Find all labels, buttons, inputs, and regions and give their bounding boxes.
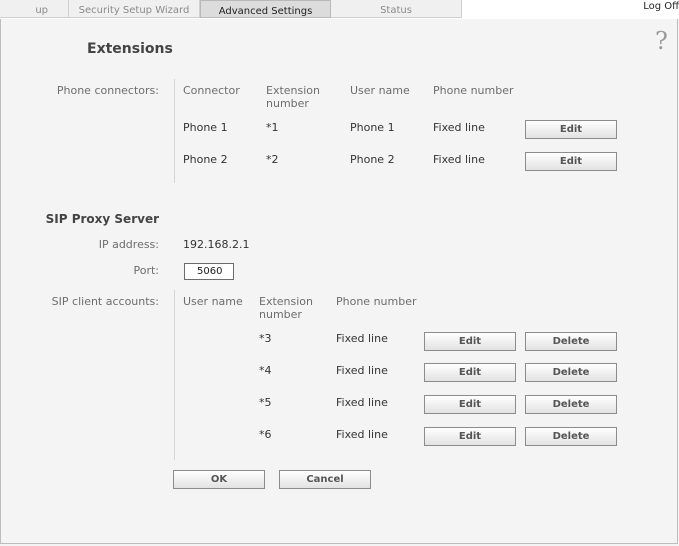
phone-connectors-divider [174,79,175,183]
page-title: Extensions [87,41,173,57]
col-header-extension-number: Extension number [259,295,314,321]
tab-status[interactable]: Status [331,0,462,18]
col-header-phone-number: Phone number [433,84,514,97]
help-icon[interactable]: ? [655,27,668,55]
edit-client-3-button[interactable]: Edit [424,332,516,351]
ip-address-value: 192.168.2.1 [183,238,250,251]
extension-cell: *1 [266,121,279,134]
sip-client-accounts-label: SIP client accounts: [51,295,159,308]
phone-number-cell: Fixed line [433,121,485,134]
port-label: Port: [133,264,159,277]
extension-cell: *5 [259,396,272,409]
log-off-link[interactable]: Log Off [643,1,679,12]
sip-client-accounts-divider [174,290,175,460]
edit-client-4-button[interactable]: Edit [424,363,516,382]
tab-advanced-settings[interactable]: Advanced Settings [200,0,331,18]
connector-cell: Phone 2 [183,153,228,166]
delete-client-6-button[interactable]: Delete [525,427,617,446]
col-header-extension-number: Extension number [266,84,321,110]
tab-security-setup-wizard[interactable]: Security Setup Wizard [69,0,200,18]
edit-phone-2-button[interactable]: Edit [525,152,617,171]
tab-setup-wizard[interactable]: up Wizard [0,0,69,38]
col-header-connector: Connector [183,84,240,97]
sip-proxy-server-heading: SIP Proxy Server [45,212,159,226]
phone-number-cell: Fixed line [336,396,388,409]
edit-client-6-button[interactable]: Edit [424,427,516,446]
cancel-button[interactable]: Cancel [279,470,371,489]
extension-cell: *2 [266,153,279,166]
port-input[interactable] [184,263,234,280]
ok-button[interactable]: OK [173,470,265,489]
delete-client-3-button[interactable]: Delete [525,332,617,351]
extension-cell: *3 [259,332,272,345]
user-name-cell: Phone 1 [350,121,395,134]
col-header-user-name: User name [183,295,243,308]
delete-client-5-button[interactable]: Delete [525,395,617,414]
phone-number-cell: Fixed line [433,153,485,166]
extension-cell: *6 [259,428,272,441]
ip-address-label: IP address: [98,238,159,251]
phone-number-cell: Fixed line [336,428,388,441]
phone-number-cell: Fixed line [336,364,388,377]
extension-cell: *4 [259,364,272,377]
content-frame: Extensions ? Phone connectors: Connector… [0,19,678,544]
connector-cell: Phone 1 [183,121,228,134]
edit-client-5-button[interactable]: Edit [424,395,516,414]
user-name-cell: Phone 2 [350,153,395,166]
phone-number-cell: Fixed line [336,332,388,345]
phone-connectors-label: Phone connectors: [56,84,159,97]
col-header-user-name: User name [350,84,410,97]
top-navigation-bar: up Wizard Security Setup Wizard Advanced… [0,0,679,38]
delete-client-4-button[interactable]: Delete [525,363,617,382]
col-header-phone-number: Phone number [336,295,417,308]
edit-phone-1-button[interactable]: Edit [525,120,617,139]
